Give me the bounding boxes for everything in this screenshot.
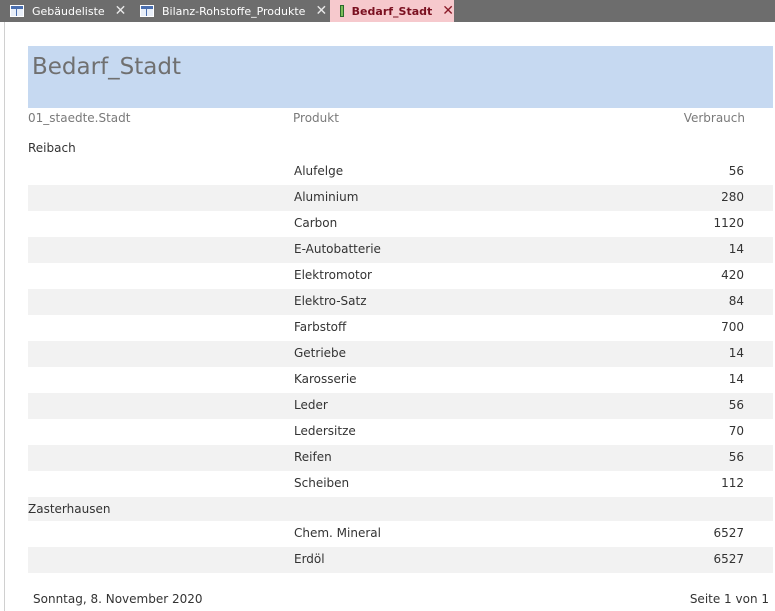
consumption-cell: 70 — [728, 424, 744, 438]
consumption-cell: 14 — [728, 346, 744, 360]
table-row: Elektro-Satz 84 — [28, 289, 773, 315]
group-city-label: Zasterhausen — [28, 502, 111, 516]
report-date: Sonntag, 8. November 2020 — [33, 592, 203, 606]
group-city-label: Reibach — [28, 141, 76, 155]
table-row: Getriebe 14 — [28, 341, 773, 367]
consumption-cell: 6527 — [713, 552, 744, 566]
table-row: Leder 56 — [28, 393, 773, 419]
consumption-cell: 112 — [721, 476, 744, 490]
product-cell: Getriebe — [294, 346, 347, 360]
page-number: Seite 1 von 1 — [689, 592, 769, 606]
table-row: Ledersitze 70 — [28, 419, 773, 445]
consumption-cell: 14 — [728, 372, 744, 386]
table-row: Reifen 56 — [28, 445, 773, 471]
group-header-row: Zasterhausen — [28, 497, 773, 521]
consumption-cell: 700 — [721, 320, 744, 334]
product-cell: Elektromotor — [294, 268, 372, 282]
table-row: Chem. Mineral 6527 — [28, 521, 773, 547]
product-cell: Karosserie — [294, 372, 357, 386]
document-tab-bar: Gebäudeliste ✕ Bilanz-Rohstoffe_Produkte… — [0, 0, 775, 22]
tab-bilanz-rohstoffe-produkte[interactable]: Bilanz-Rohstoffe_Produkte ✕ — [130, 0, 330, 22]
close-icon[interactable]: ✕ — [315, 4, 327, 18]
table-row: Erdöl 6527 — [28, 547, 773, 573]
consumption-cell: 420 — [721, 268, 744, 282]
product-cell: Farbstoff — [294, 320, 347, 334]
product-cell: Scheiben — [294, 476, 350, 490]
table-row: Alufelge 56 — [28, 159, 773, 185]
consumption-cell: 84 — [728, 294, 744, 308]
table-row: Farbstoff 700 — [28, 315, 773, 341]
product-cell: Ledersitze — [294, 424, 356, 438]
tab-bedarf-stadt[interactable]: Bedarf_Stadt ✕ — [330, 0, 454, 22]
consumption-cell: 14 — [728, 242, 744, 256]
table-row: Elektromotor 420 — [28, 263, 773, 289]
tab-label: Bilanz-Rohstoffe_Produkte — [162, 4, 306, 18]
tab-label: Bedarf_Stadt — [351, 4, 433, 18]
table-row: Scheiben 112 — [28, 471, 773, 497]
product-cell: Erdöl — [294, 552, 325, 566]
product-cell: Alufelge — [294, 164, 344, 178]
column-header-consumption: Verbrauch — [683, 111, 745, 125]
table-icon — [10, 5, 24, 17]
table-row: Carbon 1120 — [28, 211, 773, 237]
product-cell: Chem. Mineral — [294, 526, 381, 540]
consumption-cell: 1120 — [713, 216, 744, 230]
column-header-city: 01_staedte.Stadt — [28, 111, 131, 125]
close-icon[interactable]: ✕ — [442, 4, 454, 18]
table-icon — [140, 5, 154, 17]
product-cell: Aluminium — [294, 190, 359, 204]
consumption-cell: 6527 — [713, 526, 744, 540]
table-row: Karosserie 14 — [28, 367, 773, 393]
column-header-product: Produkt — [293, 111, 339, 125]
report-title: Bedarf_Stadt — [32, 54, 182, 80]
product-cell: Carbon — [294, 216, 338, 230]
tab-label: Gebäudeliste — [32, 4, 105, 18]
consumption-cell: 56 — [728, 450, 744, 464]
product-cell: Elektro-Satz — [294, 294, 367, 308]
page-border — [4, 22, 5, 611]
close-icon[interactable]: ✕ — [115, 4, 127, 18]
table-row: Aluminium 280 — [28, 185, 773, 211]
consumption-cell: 56 — [728, 398, 744, 412]
table-row: E-Autobatterie 14 — [28, 237, 773, 263]
consumption-cell: 280 — [721, 190, 744, 204]
report-icon — [340, 5, 344, 17]
tab-gebaeudeliste[interactable]: Gebäudeliste ✕ — [0, 0, 130, 22]
product-cell: Leder — [294, 398, 328, 412]
consumption-cell: 56 — [728, 164, 744, 178]
product-cell: E-Autobatterie — [294, 242, 381, 256]
product-cell: Reifen — [294, 450, 332, 464]
